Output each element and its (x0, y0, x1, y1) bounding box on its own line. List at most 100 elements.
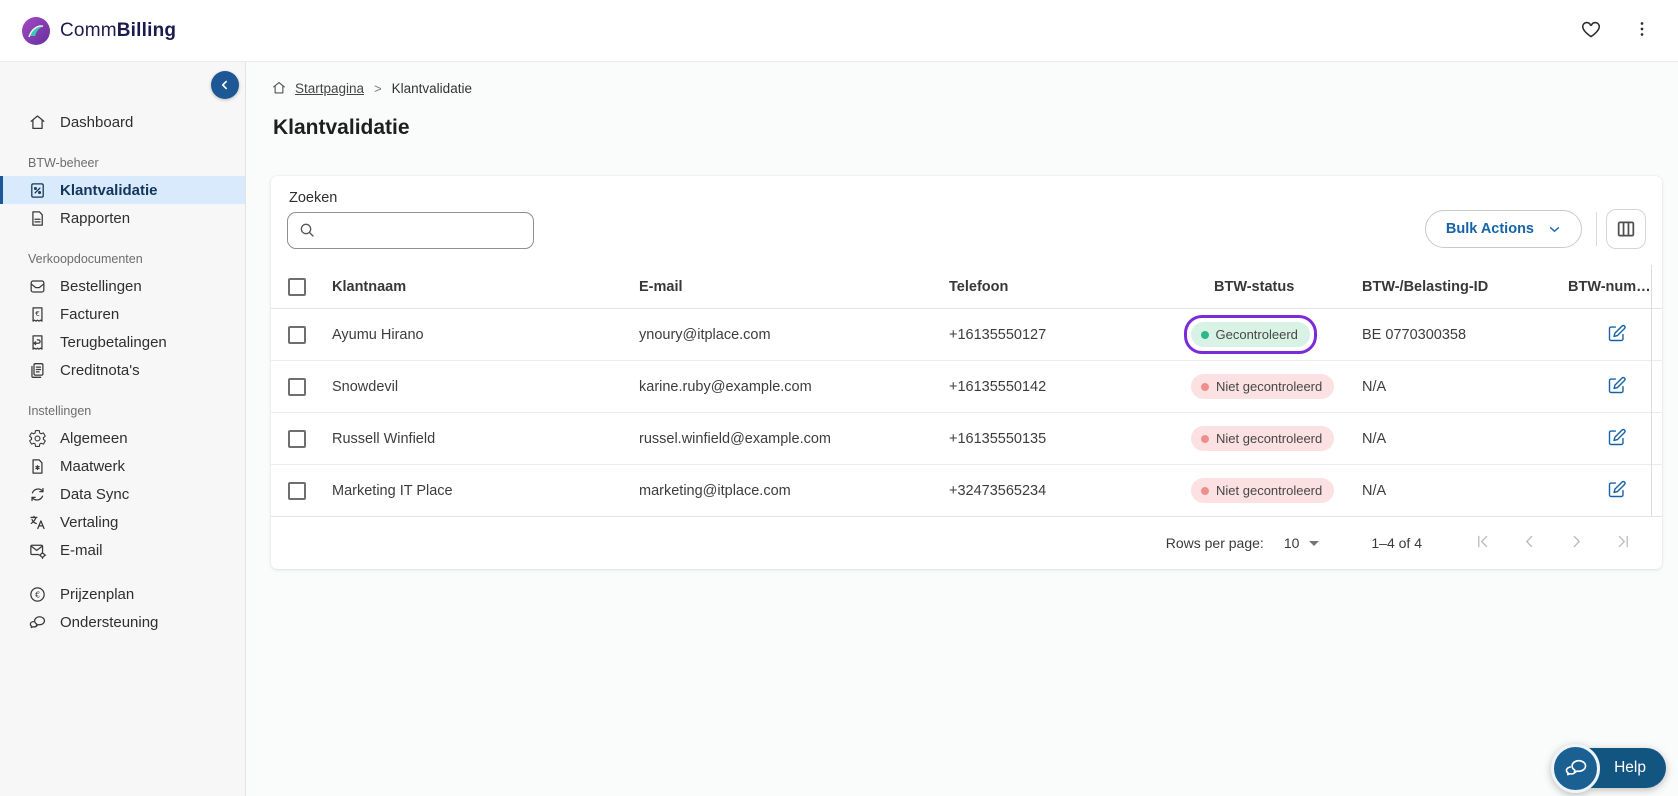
sidebar-item-bestellingen[interactable]: Bestellingen (0, 272, 245, 300)
sidebar-section-btw-beheer: BTW-beheer (28, 156, 99, 170)
cell-email: ynoury@itplace.com (639, 326, 771, 343)
sidebar-item-label: Ondersteuning (60, 613, 159, 631)
page-title: Klantvalidatie (273, 116, 410, 139)
cell-klantnaam: Russell Winfield (332, 430, 436, 447)
column-header-klantnaam[interactable]: Klantnaam (332, 279, 639, 295)
help-chat-icon (1551, 743, 1601, 793)
table-row-snowdevil: Snowdevil karine.ruby@example.com +1613555… (271, 361, 1662, 413)
sidebar-section-verkoopdocumenten: Verkoopdocumenten (28, 252, 143, 266)
column-header-btw-num[interactable]: BTW-num… (1568, 279, 1662, 295)
edit-btw-nummer-button[interactable] (1604, 425, 1629, 453)
highlight-ring: Gecontroleerd (1183, 315, 1317, 354)
cell-btw-status: Niet gecontroleerd (1191, 478, 1362, 503)
search-label: Zoeken (289, 190, 338, 206)
sidebar-item-dashboard[interactable]: Dashboard (0, 108, 245, 136)
select-all-checkbox[interactable] (288, 277, 306, 296)
cell-email: russel.winfield@example.com (639, 430, 832, 447)
table-row-marketing-it-place: Marketing IT Place marketing@itplace.com +… (271, 465, 1662, 517)
search-icon (297, 220, 317, 240)
sidebar-item-terugbetalingen[interactable]: Terugbetalingen (0, 328, 245, 356)
sidebar-item-algemeen[interactable]: Algemeen (0, 424, 245, 452)
column-header-btw-belasting-id[interactable]: BTW-/Belasting-ID (1362, 279, 1568, 295)
first-page-button[interactable] (1470, 529, 1495, 557)
status-dot-icon (1201, 486, 1209, 495)
sidebar-item-label: Dashboard (60, 113, 134, 131)
next-page-button[interactable] (1564, 529, 1589, 557)
chevron-down-icon (1546, 221, 1563, 238)
last-page-icon (1614, 532, 1633, 551)
commbilling-logo-icon (20, 15, 52, 47)
sidebar-item-prijzenplan[interactable]: € Prijzenplan (0, 580, 245, 608)
cell-btw-belasting-id: N/A (1362, 378, 1387, 395)
search-input[interactable] (287, 212, 534, 249)
sidebar-item-label: Terugbetalingen (60, 333, 167, 351)
table-row-russell-winfield: Russell Winfield russel.winfield@example.… (271, 413, 1662, 465)
doc-gear-icon (28, 457, 47, 476)
sidebar-collapse-button[interactable] (211, 71, 239, 99)
edit-btw-nummer-button[interactable] (1604, 477, 1629, 505)
breadcrumb-separator: > (374, 80, 382, 96)
sidebar-nav: Dashboard BTW-beheer Klantvalidatie Rapport… (0, 108, 245, 636)
status-dot-icon (1201, 434, 1209, 443)
euro-circle-icon: € (28, 585, 47, 604)
receipt-return-icon (28, 333, 47, 352)
edit-btw-nummer-button[interactable] (1604, 321, 1629, 349)
cell-email: karine.ruby@example.com (639, 378, 812, 395)
svg-text:€: € (35, 309, 40, 318)
sidebar-item-label: E-mail (60, 541, 103, 559)
main-content: Startpagina > Klantvalidatie Klantvalida… (246, 62, 1678, 796)
chat-icon (28, 613, 47, 632)
sidebar-item-label: Data Sync (60, 485, 130, 503)
edit-icon (1606, 427, 1627, 448)
sidebar-item-rapporten[interactable]: Rapporten (0, 204, 245, 232)
favorites-heart-icon[interactable] (1576, 14, 1606, 47)
sidebar-item-facturen[interactable]: € Facturen (0, 300, 245, 328)
cell-btw-status: Gecontroleerd (1183, 315, 1362, 354)
breadcrumb-home-icon (271, 80, 287, 96)
sidebar-item-label: Klantvalidatie (60, 181, 158, 199)
column-chooser-button[interactable] (1606, 209, 1646, 249)
cell-btw-belasting-id: BE 0770300358 (1362, 326, 1467, 343)
row-checkbox[interactable] (288, 377, 306, 396)
sidebar-item-vertaling[interactable]: Vertaling (0, 508, 245, 536)
sidebar-item-maatwerk[interactable]: Maatwerk (0, 452, 245, 480)
cell-telefoon: +32473565234 (949, 482, 1047, 499)
sidebar-item-ondersteuning[interactable]: Ondersteuning (0, 608, 245, 636)
column-header-telefoon[interactable]: Telefoon (949, 279, 1191, 295)
receipt-euro-icon: € (28, 305, 47, 324)
rows-per-page-select[interactable]: Rows per page: 10 (1166, 535, 1320, 551)
breadcrumb-link-startpagina[interactable]: Startpagina (295, 81, 364, 96)
last-page-button[interactable] (1611, 529, 1636, 557)
table-header-row: Klantnaam E-mail Telefoon BTW-status BTW-/Be… (271, 265, 1662, 309)
status-badge: Niet gecontroleerd (1191, 426, 1335, 451)
pagination-range: 1–4 of 4 (1371, 535, 1422, 551)
row-checkbox[interactable] (288, 481, 306, 500)
sidebar-item-e-mail[interactable]: E-mail (0, 536, 245, 564)
sidebar-item-klantvalidatie[interactable]: Klantvalidatie (0, 176, 245, 204)
rows-per-page-label: Rows per page: (1165, 535, 1264, 551)
help-button[interactable]: Help (1551, 743, 1666, 793)
percent-doc-icon (28, 181, 47, 200)
kebab-menu-icon[interactable] (1628, 15, 1656, 46)
rows-per-page-caret-icon (1309, 540, 1320, 546)
edit-btw-nummer-button[interactable] (1604, 373, 1629, 401)
inbox-icon (28, 277, 47, 296)
previous-page-button[interactable] (1517, 529, 1542, 557)
row-checkbox[interactable] (288, 429, 306, 448)
sync-icon (28, 485, 47, 504)
toolbar-divider (1596, 212, 1597, 246)
sidebar-item-label: Facturen (60, 305, 120, 323)
cell-email: marketing@itplace.com (639, 482, 791, 499)
column-header-e-mail[interactable]: E-mail (639, 279, 949, 295)
help-label: Help (1614, 759, 1646, 776)
status-badge: Niet gecontroleerd (1191, 478, 1335, 503)
row-checkbox[interactable] (288, 325, 306, 344)
bulk-actions-button[interactable]: Bulk Actions (1424, 210, 1582, 248)
sidebar-item-data-sync[interactable]: Data Sync (0, 480, 245, 508)
cell-btw-belasting-id: N/A (1362, 430, 1387, 447)
column-header-btw-status[interactable]: BTW-status (1191, 279, 1362, 295)
status-badge: Gecontroleerd (1190, 322, 1310, 347)
sidebar-item-label: Bestellingen (60, 277, 142, 295)
sidebar-item-creditnota-s[interactable]: Creditnota's (0, 356, 245, 384)
status-dot-icon (1201, 382, 1209, 391)
